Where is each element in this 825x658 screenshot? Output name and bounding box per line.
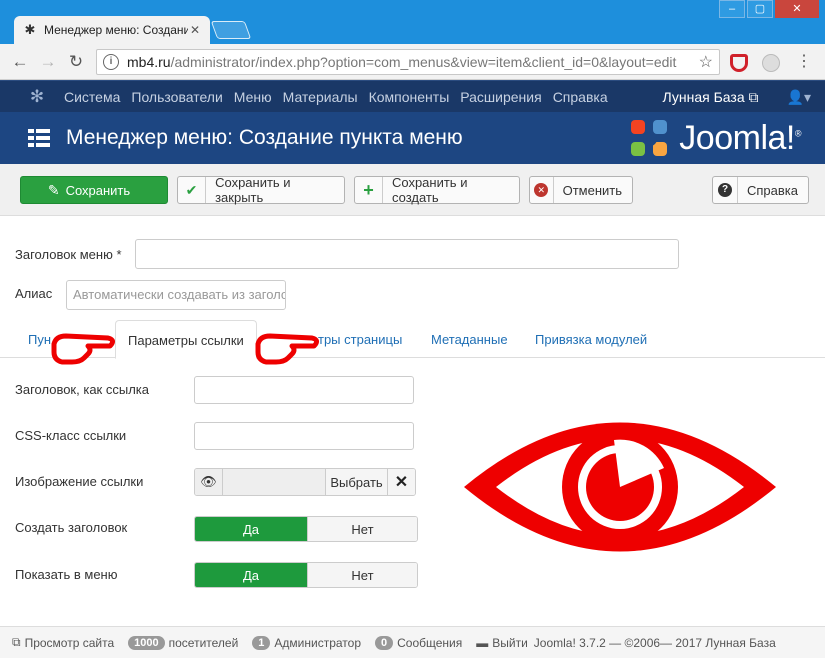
- logout-link[interactable]: ▬ Выйти: [476, 636, 528, 650]
- save-new-button[interactable]: + Сохранить и создать: [354, 175, 520, 205]
- title-bar: ✱ Менеджер меню: Создание ✕ – ▢ ✕: [0, 0, 825, 44]
- action-toolbar: ✎ Сохранить ✔ Сохранить и закрыть + Сохр…: [0, 164, 825, 216]
- info-icon[interactable]: i: [103, 54, 119, 70]
- cancel-button[interactable]: ✕ Отменить: [529, 176, 633, 204]
- save-close-button[interactable]: ✔ Сохранить и закрыть: [177, 175, 345, 205]
- messages-info[interactable]: 0 Сообщения: [375, 635, 462, 650]
- browser-menu-icon[interactable]: ⋮: [796, 52, 812, 72]
- show-in-menu-label: Показать в меню: [15, 567, 118, 582]
- user-icon[interactable]: 👤▾: [787, 89, 811, 106]
- admins-badge: 1: [252, 635, 271, 650]
- menu-title-input[interactable]: [135, 239, 679, 269]
- create-title-toggle: Да Нет: [194, 516, 418, 542]
- admins-info: 1 Администратор: [252, 635, 361, 650]
- tab-module-assignment[interactable]: Привязка модулей: [535, 332, 647, 347]
- list-icon: [28, 129, 50, 147]
- url-text: mb4.ru/administrator/index.php?option=co…: [127, 54, 677, 70]
- create-title-no[interactable]: Нет: [307, 517, 417, 541]
- pointing-hand-icon: [51, 333, 116, 365]
- minimize-icon[interactable]: –: [719, 0, 745, 18]
- forward-icon[interactable]: →: [36, 52, 60, 72]
- menu-system[interactable]: Система: [64, 89, 120, 105]
- plus-icon: +: [355, 177, 383, 203]
- eye-icon: [464, 422, 776, 552]
- alias-label: Алиас: [15, 286, 53, 301]
- link-image-field: 👁 Выбрать ✕: [194, 468, 416, 496]
- joomla-wordmark: Joomla!®: [679, 119, 801, 157]
- tab-link-params[interactable]: Параметры ссылки: [115, 320, 257, 359]
- page-title: Менеджер меню: Создание пункта меню: [66, 126, 463, 149]
- menu-components[interactable]: Компоненты: [369, 89, 450, 105]
- joomla-mark-icon: [631, 119, 671, 158]
- joomla-favicon-icon: ✱: [24, 22, 36, 37]
- browser-window: ✱ Менеджер меню: Создание ✕ – ▢ ✕ ← → ↻ …: [0, 0, 825, 658]
- joomla-logo-icon[interactable]: ✻: [28, 87, 46, 106]
- window-controls: – ▢ ✕: [717, 0, 819, 18]
- menu-users[interactable]: Пользователи: [131, 89, 222, 105]
- alias-input[interactable]: Автоматически создавать из заголовка: [66, 280, 286, 310]
- joomla-brand: Joomla!®: [631, 119, 802, 158]
- create-title-yes[interactable]: Да: [195, 517, 307, 541]
- globe-extension-icon[interactable]: [762, 54, 780, 72]
- close-window-icon[interactable]: ✕: [775, 0, 819, 18]
- view-site-link[interactable]: ⧉ Просмотр сайта: [12, 635, 114, 650]
- select-image-button[interactable]: Выбрать: [325, 469, 387, 495]
- show-in-menu-yes[interactable]: Да: [195, 563, 307, 587]
- menu-title-label: Заголовок меню *: [15, 247, 122, 262]
- css-class-input[interactable]: [194, 422, 414, 450]
- show-in-menu-toggle: Да Нет: [194, 562, 418, 588]
- menu-help[interactable]: Справка: [553, 89, 608, 105]
- create-title-label: Создать заголовок: [15, 520, 128, 535]
- minus-icon: ▬: [476, 635, 489, 650]
- menu-menus[interactable]: Меню: [234, 89, 272, 105]
- check-icon: ✔: [178, 177, 207, 203]
- maximize-icon[interactable]: ▢: [747, 0, 773, 18]
- url-field[interactable]: i mb4.ru/administrator/index.php?option=…: [96, 49, 720, 75]
- tab-metadata[interactable]: Метаданные: [431, 332, 508, 347]
- question-icon: ?: [713, 177, 738, 203]
- clear-image-icon[interactable]: ✕: [387, 469, 415, 495]
- css-class-label: CSS-класс ссылки: [15, 428, 127, 443]
- save-button[interactable]: ✎ Сохранить: [20, 176, 168, 204]
- visitors-info: 1000 посетителей: [128, 635, 238, 650]
- tab-title: Менеджер меню: Создание: [44, 23, 188, 37]
- tab-page-display[interactable]: тры страницы: [318, 332, 402, 347]
- close-tab-icon[interactable]: ✕: [188, 23, 202, 37]
- link-image-label: Изображение ссылки: [15, 474, 144, 489]
- image-value: [223, 469, 325, 495]
- cancel-icon: ✕: [530, 177, 554, 203]
- pointing-hand-icon: [255, 333, 320, 365]
- menu-extensions[interactable]: Расширения: [460, 89, 541, 105]
- new-tab-button[interactable]: [210, 21, 252, 39]
- bookmark-star-icon[interactable]: ☆: [699, 52, 713, 72]
- link-title-label: Заголовок, как ссылка: [15, 382, 149, 397]
- external-link-icon: ⧉: [12, 635, 21, 649]
- status-bar: ⧉ Просмотр сайта 1000 посетителей 1 Админис…: [0, 626, 825, 658]
- reload-icon[interactable]: ↻: [64, 52, 88, 72]
- link-title-input[interactable]: [194, 376, 414, 404]
- edit-tabs: Пун Параметры ссылки тры страницы Метада…: [0, 320, 825, 359]
- show-in-menu-no[interactable]: Нет: [307, 563, 417, 587]
- menu-content[interactable]: Материалы: [283, 89, 358, 105]
- help-button[interactable]: ? Справка: [712, 176, 809, 204]
- admin-menu-right: Лунная База ⧉ 👤▾: [663, 81, 811, 113]
- preview-eye-icon[interactable]: 👁: [195, 469, 223, 495]
- edit-icon: ✎: [47, 181, 60, 198]
- admin-menu-bar: ✻ Система Пользователи Меню Материалы Ко…: [0, 80, 825, 112]
- site-link[interactable]: Лунная База ⧉: [663, 89, 759, 106]
- tab-details[interactable]: Пун: [28, 332, 51, 347]
- page-header: Менеджер меню: Создание пункта меню Joom…: [0, 112, 825, 164]
- version-text: Joomla! 3.7.2 — ©2006— 2017 Лунная База: [533, 635, 776, 650]
- shield-extension-icon[interactable]: [730, 54, 748, 72]
- visitors-badge: 1000: [128, 635, 165, 650]
- messages-badge: 0: [375, 635, 394, 650]
- address-toolbar: ← → ↻ i mb4.ru/administrator/index.php?o…: [0, 44, 825, 80]
- browser-tab[interactable]: ✱ Менеджер меню: Создание ✕: [14, 16, 210, 44]
- back-icon[interactable]: ←: [8, 52, 32, 72]
